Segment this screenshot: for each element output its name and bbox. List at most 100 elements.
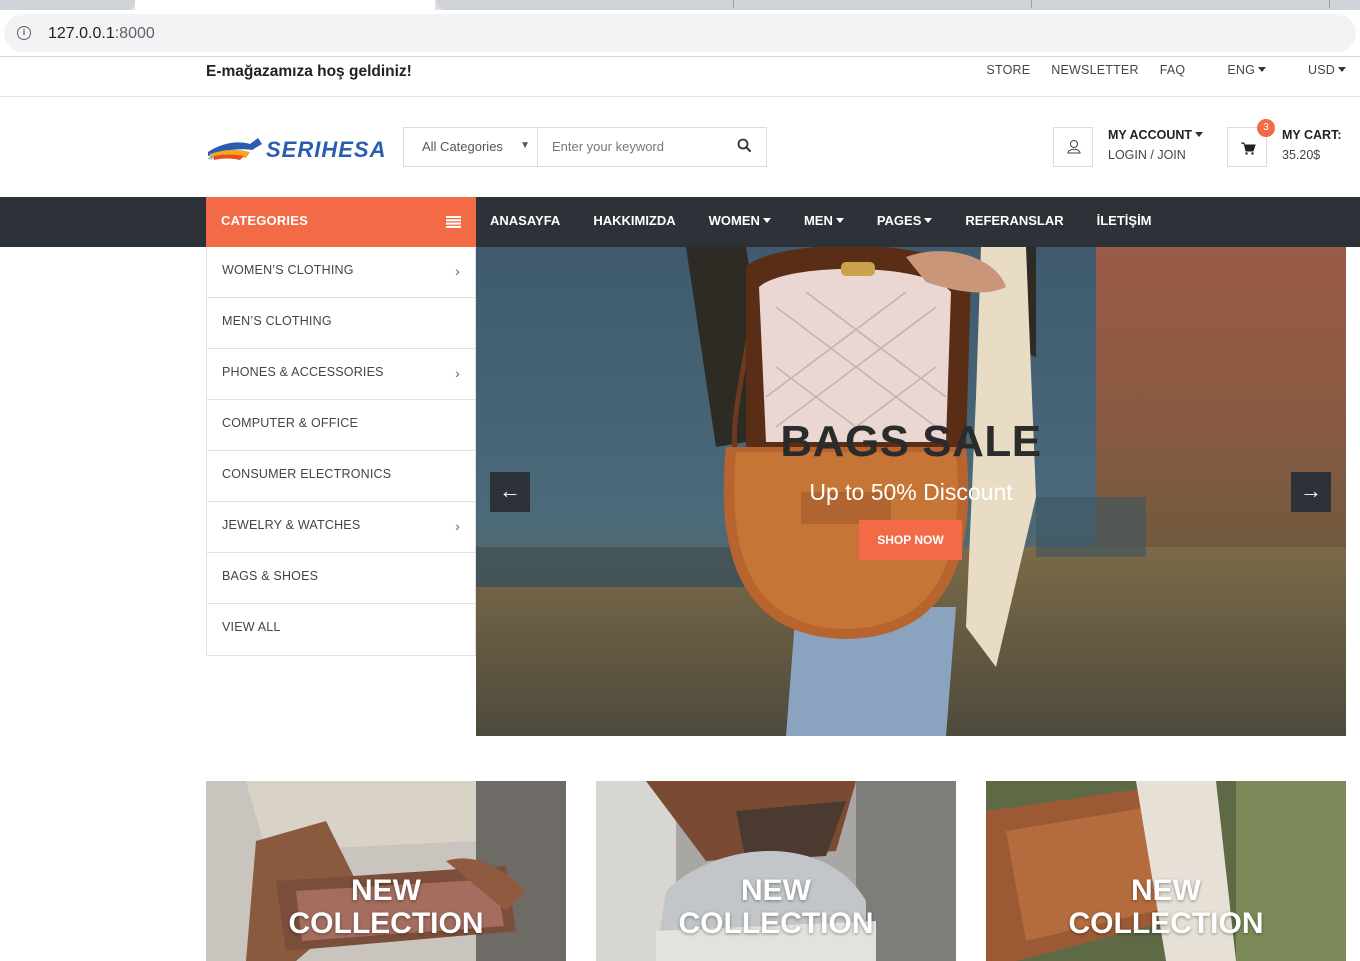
top-strip: E-mağazamıza hoş geldiniz! STORE NEWSLET… xyxy=(0,56,1360,97)
sidebar-item-computer-office[interactable]: COMPUTER & OFFICE xyxy=(207,400,475,451)
login-join-link[interactable]: LOGIN / JOIN xyxy=(1108,148,1186,162)
slider-next-button[interactable]: → xyxy=(1291,472,1331,512)
categories-label: CATEGORIES xyxy=(221,213,308,228)
url-text[interactable]: 127.0.0.1:8000 xyxy=(48,25,155,43)
collection-title-line2: COLLECTION xyxy=(1068,907,1264,940)
collection-banner[interactable]: NEW COLLECTION xyxy=(986,781,1346,961)
horse-logo-icon: +/= SERIHESAP xyxy=(208,137,401,162)
nav-item-iletisim[interactable]: İLETİŞİM xyxy=(1097,197,1152,247)
collection-title: NEW COLLECTION xyxy=(596,874,956,940)
cart-amount[interactable]: 35.20$ xyxy=(1282,148,1320,162)
my-account-label: MY ACCOUNT xyxy=(1108,128,1193,142)
nav-item-women[interactable]: WOMEN xyxy=(709,197,771,247)
sidebar-item-womens-clothing[interactable]: WOMEN’S CLOTHING › xyxy=(207,247,475,298)
collection-title-line1: NEW xyxy=(1131,874,1201,907)
collection-banner[interactable]: NEW COLLECTION xyxy=(596,781,956,961)
category-select[interactable]: All Categories ▼ xyxy=(404,128,538,166)
arrow-right-icon: → xyxy=(1300,478,1322,503)
slide-subtitle: Up to 50% Discount xyxy=(809,479,1013,505)
my-account-dropdown[interactable]: MY ACCOUNT xyxy=(1108,128,1204,142)
top-link-newsletter[interactable]: NEWSLETTER xyxy=(1051,63,1138,77)
nav-label: İLETİŞİM xyxy=(1096,213,1152,228)
arrow-left-icon: ← xyxy=(499,478,521,503)
svg-text:SERIHESAP: SERIHESAP xyxy=(266,137,386,162)
top-link-store[interactable]: STORE xyxy=(986,63,1030,77)
svg-text:+/=: +/= xyxy=(208,156,215,162)
collection-title: NEW COLLECTION xyxy=(986,874,1346,940)
nav-label: MEN xyxy=(803,213,833,228)
chevron-down-icon xyxy=(1195,132,1204,137)
sidebar-item-label: VIEW ALL xyxy=(222,620,281,634)
nav-item-anasayfa[interactable]: ANASAYFA xyxy=(490,197,560,247)
chevron-right-icon: › xyxy=(455,518,460,534)
nav-label: PAGES xyxy=(876,213,922,228)
category-select-value: All Categories xyxy=(422,139,503,154)
browser-address-bar: i 127.0.0.1:8000 xyxy=(0,10,1360,56)
collection-title-line1: NEW xyxy=(351,874,421,907)
cart-count-badge: 3 xyxy=(1257,119,1275,137)
nav-label: HAKKIMIZDA xyxy=(593,213,676,228)
list-icon xyxy=(446,216,461,228)
welcome-message: E-mağazamıza hoş geldiniz! xyxy=(206,63,412,80)
top-links: STORE NEWSLETTER FAQ ENG USD xyxy=(965,63,1346,77)
sidebar-item-label: MEN’S CLOTHING xyxy=(222,314,332,328)
nav-item-referanslar[interactable]: REFERANSLAR xyxy=(965,197,1063,247)
language-value: ENG xyxy=(1227,63,1255,77)
browser-tab-active[interactable] xyxy=(135,0,435,10)
slider-prev-button[interactable]: ← xyxy=(490,472,530,512)
search-icon[interactable] xyxy=(736,137,754,155)
site-logo[interactable]: +/= SERIHESAP xyxy=(206,130,401,164)
shop-now-button[interactable]: SHOP NOW xyxy=(859,520,962,560)
sidebar-item-jewelry-watches[interactable]: JEWELRY & WATCHES › xyxy=(207,502,475,553)
hero-slider: BAGS SALE Up to 50% Discount SHOP NOW ← … xyxy=(476,247,1346,736)
sidebar-item-mens-clothing[interactable]: MEN’S CLOTHING xyxy=(207,298,475,349)
chevron-down-icon xyxy=(1338,67,1346,72)
my-cart-label[interactable]: MY CART: xyxy=(1282,128,1342,142)
main-navbar: CATEGORIES ANASAYFA HAKKIMIZDA WOMEN MEN… xyxy=(0,197,1360,247)
url-field[interactable]: i 127.0.0.1:8000 xyxy=(4,14,1356,52)
nav-label: REFERANSLAR xyxy=(965,213,1064,228)
sidebar-item-bags-shoes[interactable]: BAGS & SHOES xyxy=(207,553,475,604)
top-link-faq[interactable]: FAQ xyxy=(1160,63,1186,77)
sidebar-item-phones-accessories[interactable]: PHONES & ACCESSORIES › xyxy=(207,349,475,400)
sidebar-item-label: WOMEN’S CLOTHING xyxy=(222,263,354,277)
chevron-right-icon: › xyxy=(455,263,460,279)
user-icon[interactable] xyxy=(1053,127,1093,167)
main-menu: ANASAYFA HAKKIMIZDA WOMEN MEN PAGES REFE… xyxy=(476,197,1171,247)
collection-title: NEW COLLECTION xyxy=(206,874,566,940)
browser-tab[interactable] xyxy=(437,0,1360,10)
dropdown-arrow-icon: ▼ xyxy=(520,140,530,151)
chevron-down-icon xyxy=(924,218,933,223)
collection-banner[interactable]: NEW COLLECTION xyxy=(206,781,566,961)
categories-toggle[interactable]: CATEGORIES xyxy=(206,197,476,247)
currency-select[interactable]: USD xyxy=(1287,63,1346,77)
chevron-right-icon: › xyxy=(455,365,460,381)
slide-title: BAGS SALE xyxy=(780,417,1042,466)
nav-item-men[interactable]: MEN xyxy=(804,197,844,247)
collection-title-line2: COLLECTION xyxy=(678,907,874,940)
sidebar-item-label: BAGS & SHOES xyxy=(222,569,319,583)
language-select[interactable]: ENG xyxy=(1206,63,1266,77)
tab-separator xyxy=(733,0,734,8)
category-sidebar: WOMEN’S CLOTHING › MEN’S CLOTHING PHONES … xyxy=(206,247,476,656)
sidebar-item-label: COMPUTER & OFFICE xyxy=(222,416,359,430)
currency-value: USD xyxy=(1308,63,1335,77)
nav-item-pages[interactable]: PAGES xyxy=(877,197,933,247)
search-input[interactable]: Enter your keyword xyxy=(552,139,664,154)
tab-separator xyxy=(1329,0,1330,8)
chevron-down-icon xyxy=(835,218,844,223)
sidebar-item-consumer-electronics[interactable]: CONSUMER ELECTRONICS xyxy=(207,451,475,502)
chevron-down-icon xyxy=(762,218,771,223)
chevron-down-icon xyxy=(1258,67,1266,72)
sidebar-item-label: PHONES & ACCESSORIES xyxy=(222,365,384,379)
browser-tab[interactable] xyxy=(0,0,135,10)
info-icon[interactable]: i xyxy=(17,26,31,40)
collection-title-line2: COLLECTION xyxy=(288,907,484,940)
tab-separator xyxy=(1031,0,1032,8)
sidebar-item-label: CONSUMER ELECTRONICS xyxy=(222,467,392,481)
sidebar-item-view-all[interactable]: VIEW ALL xyxy=(207,604,475,655)
search-bar: All Categories ▼ Enter your keyword xyxy=(403,127,767,167)
collection-title-line1: NEW xyxy=(741,874,811,907)
nav-item-hakkimizda[interactable]: HAKKIMIZDA xyxy=(593,197,675,247)
browser-tabstrip xyxy=(0,0,1360,10)
